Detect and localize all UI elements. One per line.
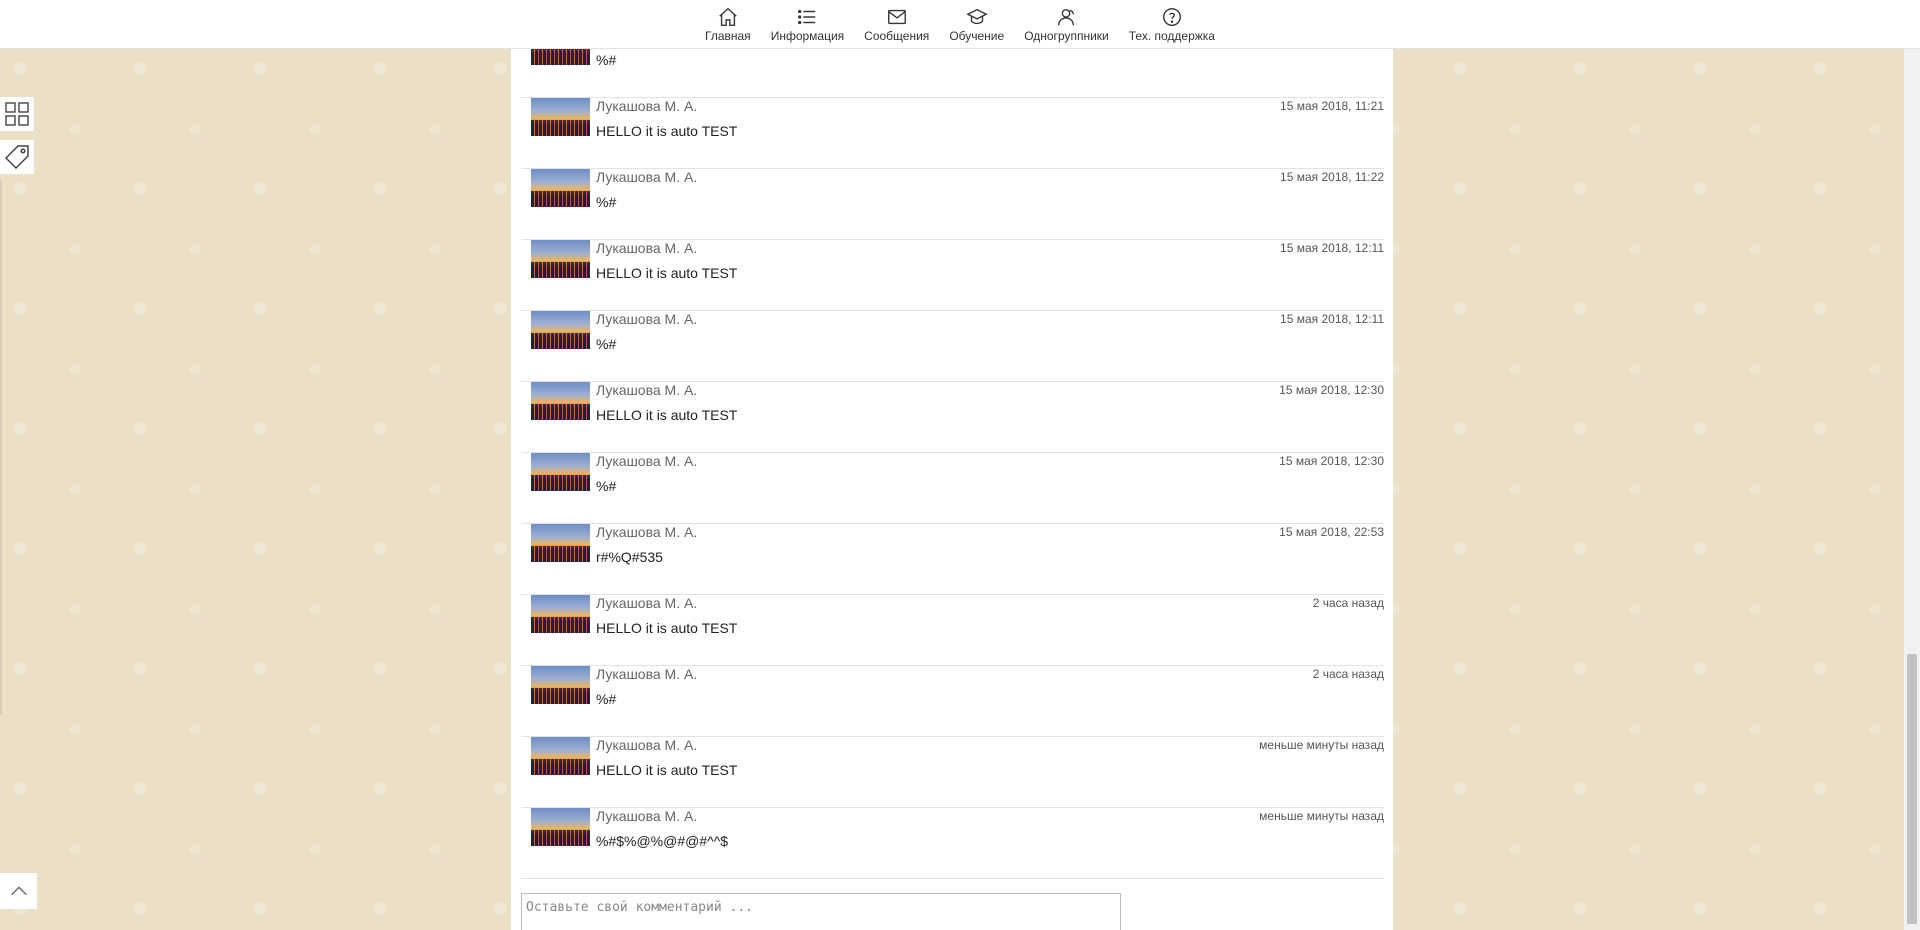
avatar[interactable] [531, 382, 590, 420]
comment-text: HELLO it is auto TEST [596, 407, 738, 423]
comment-item: Лукашова М. А. 15 мая 2018, 12:11 HELLO it… [521, 240, 1384, 311]
comment-author[interactable]: Лукашова М. А. [596, 595, 697, 611]
grid-view-button[interactable] [0, 97, 34, 131]
comment-time: меньше минуты назад [1259, 809, 1384, 823]
comment-time: 15 мая 2018, 12:30 [1279, 454, 1384, 468]
comment-item: Лукашова М. А. 15 мая 2018, 12:30 %# [521, 453, 1384, 524]
users-icon [1058, 8, 1075, 26]
comment-time: 15 мая 2018, 11:22 [1280, 170, 1384, 184]
comment-text: r#%Q#535 [596, 549, 663, 565]
avatar[interactable] [531, 169, 590, 207]
nav-learning[interactable]: Обучение [939, 0, 1014, 48]
comment-item: Лукашова М. А. 15 мая 2018, 11:22 %# [521, 169, 1384, 240]
comment-time: 2 часа назад [1312, 667, 1384, 681]
nav-home[interactable]: Главная [695, 0, 761, 48]
avatar[interactable] [531, 808, 590, 846]
comment-author[interactable]: Лукашова М. А. [596, 240, 697, 256]
grid-icon [5, 102, 29, 126]
comment-time: 2 часа назад [1312, 596, 1384, 610]
nav-support[interactable]: Тех. поддержка [1119, 0, 1225, 48]
comment-author[interactable]: Лукашова М. А. [596, 98, 697, 114]
comment-time: 15 мая 2018, 11:21 [1280, 99, 1384, 113]
comment-input[interactable]: Оставьте свой комментарий ... [521, 893, 1121, 930]
comment-item: Лукашова М. А. 15 мая 2018, 22:53 r#%Q#535 [521, 524, 1384, 595]
scroll-to-top-button[interactable] [0, 873, 37, 909]
nav-info[interactable]: Информация [761, 0, 854, 48]
comment-item: Лукашова М. А. 15 мая 2018, 11:21 HELLO it… [521, 98, 1384, 169]
comment-text: HELLO it is auto TEST [596, 265, 738, 281]
avatar[interactable] [531, 453, 590, 491]
comment-item: Лукашова М. А. меньше минуты назад HELLO i… [521, 737, 1384, 808]
nav-classmates-label: Одногруппники [1024, 29, 1109, 43]
page-scrollbar[interactable] [1904, 49, 1920, 930]
comment-author[interactable]: Лукашова М. А. [596, 169, 697, 185]
scrollbar-thumb[interactable] [1907, 654, 1917, 924]
comment-author[interactable]: Лукашова М. А. [596, 666, 697, 682]
avatar[interactable] [531, 240, 590, 278]
comment-text: %# [596, 194, 617, 210]
tag-icon [4, 145, 29, 170]
comment-item: Лукашова М. А. 15 мая 2018, 12:11 %# [521, 311, 1384, 382]
comment-text: %# [596, 478, 617, 494]
comment-input-placeholder: Оставьте свой комментарий ... [526, 900, 753, 915]
comment-text: HELLO it is auto TEST [596, 762, 738, 778]
avatar[interactable] [531, 49, 590, 65]
comment-time: 15 мая 2018, 12:11 [1280, 241, 1384, 255]
chevron-up-icon [10, 886, 27, 896]
help-icon [1162, 8, 1181, 26]
avatar[interactable] [531, 595, 590, 633]
avatar[interactable] [531, 98, 590, 136]
nav-classmates[interactable]: Одногруппники [1014, 0, 1119, 48]
comment-author[interactable]: Лукашова М. А. [596, 808, 697, 824]
nav-home-label: Главная [705, 29, 751, 43]
comment-item: Лукашова М. А. меньше минуты назад %#$%@%@… [521, 808, 1384, 879]
nav-info-label: Информация [770, 29, 845, 43]
comments-panel: Лукашова М. А.15 мая 2018, 11:05%#Лукашо… [511, 49, 1393, 930]
comment-text: %# [596, 691, 617, 707]
list-icon [798, 9, 816, 25]
home-icon [719, 7, 737, 26]
comment-text: HELLO it is auto TEST [596, 123, 738, 139]
left-rail [0, 180, 2, 715]
comment-text: %# [596, 336, 617, 352]
comment-author[interactable]: Лукашова М. А. [596, 382, 697, 398]
comment-text: HELLO it is auto TEST [596, 620, 738, 636]
comment-time: 15 мая 2018, 22:53 [1279, 525, 1384, 539]
comment-author[interactable]: Лукашова М. А. [596, 311, 697, 327]
nav-messages-label: Сообщения [864, 29, 930, 43]
envelope-icon [887, 9, 906, 25]
avatar[interactable] [531, 524, 590, 562]
graduation-cap-icon [966, 8, 988, 25]
comment-time: 15 мая 2018, 12:11 [1280, 312, 1384, 326]
top-navigation: Главная Информация Сообщения Обучение Од… [0, 0, 1920, 49]
tags-button[interactable] [0, 140, 34, 174]
comment-item: Лукашова М. А. 15 мая 2018, 12:30 HELLO it… [521, 382, 1384, 453]
comment-item: Лукашова М. А. 2 часа назад HELLO it is au… [521, 595, 1384, 666]
avatar[interactable] [531, 666, 590, 704]
avatar[interactable] [531, 737, 590, 775]
comment-item: Лукашова М. А.15 мая 2018, 11:05%# [521, 49, 1384, 98]
avatar[interactable] [531, 311, 590, 349]
comment-author[interactable]: Лукашова М. А. [596, 524, 697, 540]
comment-text: %#$%@%@#@#^^$ [596, 833, 729, 849]
nav-learning-label: Обучение [949, 29, 1005, 43]
comment-time: 15 мая 2018, 12:30 [1279, 383, 1384, 397]
comment-time: меньше минуты назад [1259, 738, 1384, 752]
nav-messages[interactable]: Сообщения [854, 0, 939, 48]
comment-author[interactable]: Лукашова М. А. [596, 737, 697, 753]
comment-text: %# [596, 52, 617, 68]
comment-author[interactable]: Лукашова М. А. [596, 453, 697, 469]
nav-support-label: Тех. поддержка [1128, 29, 1215, 43]
comment-item: Лукашова М. А. 2 часа назад %# [521, 666, 1384, 737]
